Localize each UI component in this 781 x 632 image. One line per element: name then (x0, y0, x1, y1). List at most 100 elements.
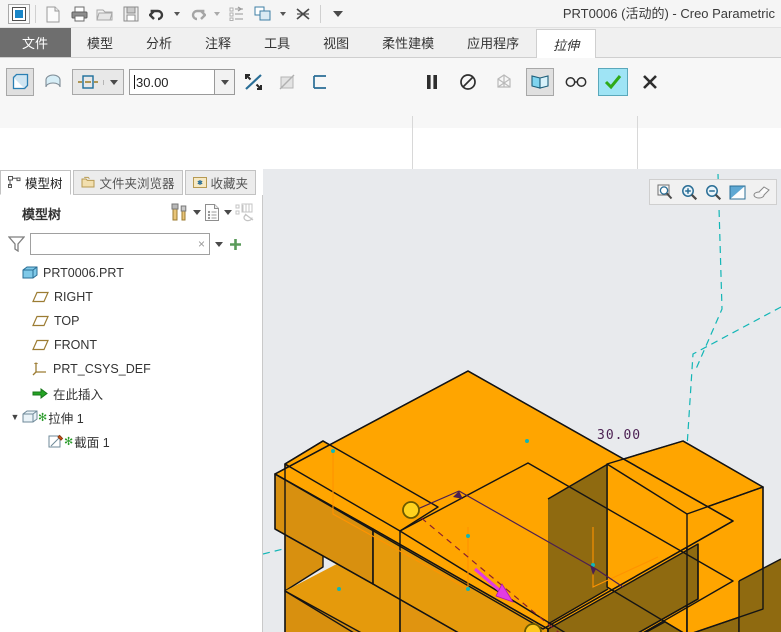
tree-filter-input[interactable]: × (30, 233, 210, 255)
display-list-icon[interactable] (204, 203, 221, 222)
ribbon-tab-view[interactable]: 视图 (307, 28, 366, 57)
thicken-sketch-button[interactable] (306, 68, 334, 96)
depth-value-dropdown[interactable] (215, 69, 235, 95)
settings-dropdown-icon[interactable] (193, 210, 201, 215)
depth-input[interactable]: 30.00 (129, 69, 215, 95)
accept-feature-button[interactable] (598, 68, 628, 96)
filter-dropdown-icon[interactable] (215, 242, 223, 247)
close-window-icon[interactable] (291, 3, 315, 25)
favorites-icon (193, 176, 207, 189)
undo-dropdown-icon[interactable] (171, 3, 183, 25)
navigator-tab-label: 文件夹浏览器 (100, 173, 175, 192)
tree-item-front-plane[interactable]: FRONT (0, 333, 262, 357)
cancel-feature-button[interactable] (636, 68, 664, 96)
model-tree: PRT0006.PRT RIGHT TOP FRONT (0, 261, 262, 632)
depth-value-field[interactable]: 30.00 (129, 69, 235, 95)
navigator-tab-label: 模型树 (25, 173, 63, 192)
zoom-fit-icon[interactable] (654, 181, 676, 203)
tree-item-right-plane[interactable]: RIGHT (0, 285, 262, 309)
tree-item-section-1[interactable]: ✻ 截面 1 (0, 429, 262, 453)
navigator-tab-model-tree[interactable]: 模型树 (0, 170, 71, 195)
tree-item-label: 截面 1 (74, 432, 109, 451)
navigator-filter-row: × (0, 229, 263, 259)
extrude-depth-dimension[interactable]: 30.00 (597, 428, 641, 443)
model-3d-view[interactable] (263, 169, 781, 632)
preview-section-button[interactable] (526, 68, 554, 96)
tree-item-top-plane[interactable]: TOP (0, 309, 262, 333)
extrude-as-solid-button[interactable] (6, 68, 34, 96)
clear-filter-icon[interactable]: × (198, 237, 205, 251)
window-dropdown-icon[interactable] (277, 3, 289, 25)
ribbon-tab-file[interactable]: 文件 (0, 28, 71, 57)
tree-item-label: FRONT (54, 338, 97, 352)
preview-glasses-button[interactable] (562, 68, 590, 96)
navigator-tab-bar: 模型树 文件夹浏览器 收藏夹 (0, 169, 263, 195)
text-caret (134, 75, 135, 89)
depth-type-dropdown[interactable] (103, 80, 123, 85)
window-icon[interactable] (251, 3, 275, 25)
tree-item-label: TOP (54, 314, 79, 328)
datum-plane-icon (32, 315, 49, 327)
flip-direction-button[interactable] (240, 68, 268, 96)
tree-item-label: PRT0006.PRT (43, 266, 124, 280)
tree-filter-icon[interactable] (235, 203, 255, 222)
navigator-tab-favorites[interactable]: 收藏夹 (185, 170, 257, 195)
graphics-toolbar (649, 179, 777, 205)
unlock-preview-button[interactable] (490, 68, 518, 96)
folder-browser-icon (81, 176, 96, 189)
display-dropdown-icon[interactable] (224, 210, 232, 215)
extrude-as-surface-button[interactable] (39, 68, 67, 96)
app-menu-icon[interactable] (8, 4, 30, 24)
zoom-out-icon[interactable] (702, 181, 724, 203)
dashboard-left-group: 30.00 (6, 68, 334, 96)
customize-qat-icon[interactable] (326, 3, 350, 25)
zoom-in-icon[interactable] (678, 181, 700, 203)
datum-plane-icon (32, 291, 49, 303)
ribbon-tab-tools[interactable]: 工具 (248, 28, 307, 57)
new-file-icon[interactable] (41, 3, 65, 25)
navigator-tab-label: 收藏夹 (211, 173, 249, 192)
display-style-icon[interactable] (750, 181, 772, 203)
extrude-feature-icon (22, 410, 38, 424)
repaint-icon[interactable] (726, 181, 748, 203)
ribbon-tab-applications[interactable]: 应用程序 (451, 28, 536, 57)
save-icon[interactable] (119, 3, 143, 25)
funnel-icon[interactable] (8, 236, 25, 252)
window-title: PRT0006 (活动的) - Creo Parametric (563, 0, 775, 28)
extrude-dashboard: 30.00 (0, 58, 781, 128)
undo-icon[interactable] (145, 3, 169, 25)
print-icon[interactable] (67, 3, 91, 25)
navigator-tools (171, 202, 255, 222)
redo-icon[interactable] (185, 3, 209, 25)
tree-item-label: 拉伸 1 (48, 408, 83, 427)
navigator-panel: 模型树 文件夹浏览器 收藏夹 模型树 (0, 169, 263, 632)
regenerate-icon[interactable] (225, 3, 249, 25)
ribbon-tab-model[interactable]: 模型 (71, 28, 130, 57)
tree-item-label: PRT_CSYS_DEF (53, 362, 151, 376)
remove-material-button[interactable] (273, 68, 301, 96)
no-preview-button[interactable] (454, 68, 482, 96)
redo-dropdown-icon[interactable] (211, 3, 223, 25)
settings-tools-icon[interactable] (171, 202, 190, 222)
add-filter-icon[interactable] (228, 237, 243, 252)
qat-divider (35, 5, 36, 23)
quick-access-toolbar (0, 0, 351, 28)
ribbon-tab-annotate[interactable]: 注释 (189, 28, 248, 57)
ribbon-tab-flexible-modeling[interactable]: 柔性建模 (366, 28, 451, 57)
tree-item-insert-here[interactable]: 在此插入 (0, 381, 262, 405)
tree-item-csys[interactable]: PRT_CSYS_DEF (0, 357, 262, 381)
ribbon-tab-analysis[interactable]: 分析 (130, 28, 189, 57)
tree-expander-extrude[interactable]: ▼ (8, 412, 22, 422)
depth-type-group[interactable] (72, 69, 124, 95)
tree-item-label: 在此插入 (53, 384, 103, 403)
graphics-window[interactable]: 30.00 (263, 169, 781, 632)
open-file-icon[interactable] (93, 3, 117, 25)
ribbon-tab-extrude[interactable]: 拉伸 (536, 29, 596, 59)
tree-item-extrude-1[interactable]: ▼ ✻ 拉伸 1 (0, 405, 262, 429)
tree-item-part[interactable]: PRT0006.PRT (0, 261, 262, 285)
pause-button[interactable] (418, 68, 446, 96)
depth-type-blind-icon[interactable] (73, 73, 103, 91)
creo-parametric-window: PRT0006 (活动的) - Creo Parametric 文件 模型 分析… (0, 0, 781, 632)
insert-here-icon (32, 387, 48, 400)
navigator-tab-folder-browser[interactable]: 文件夹浏览器 (73, 170, 183, 195)
